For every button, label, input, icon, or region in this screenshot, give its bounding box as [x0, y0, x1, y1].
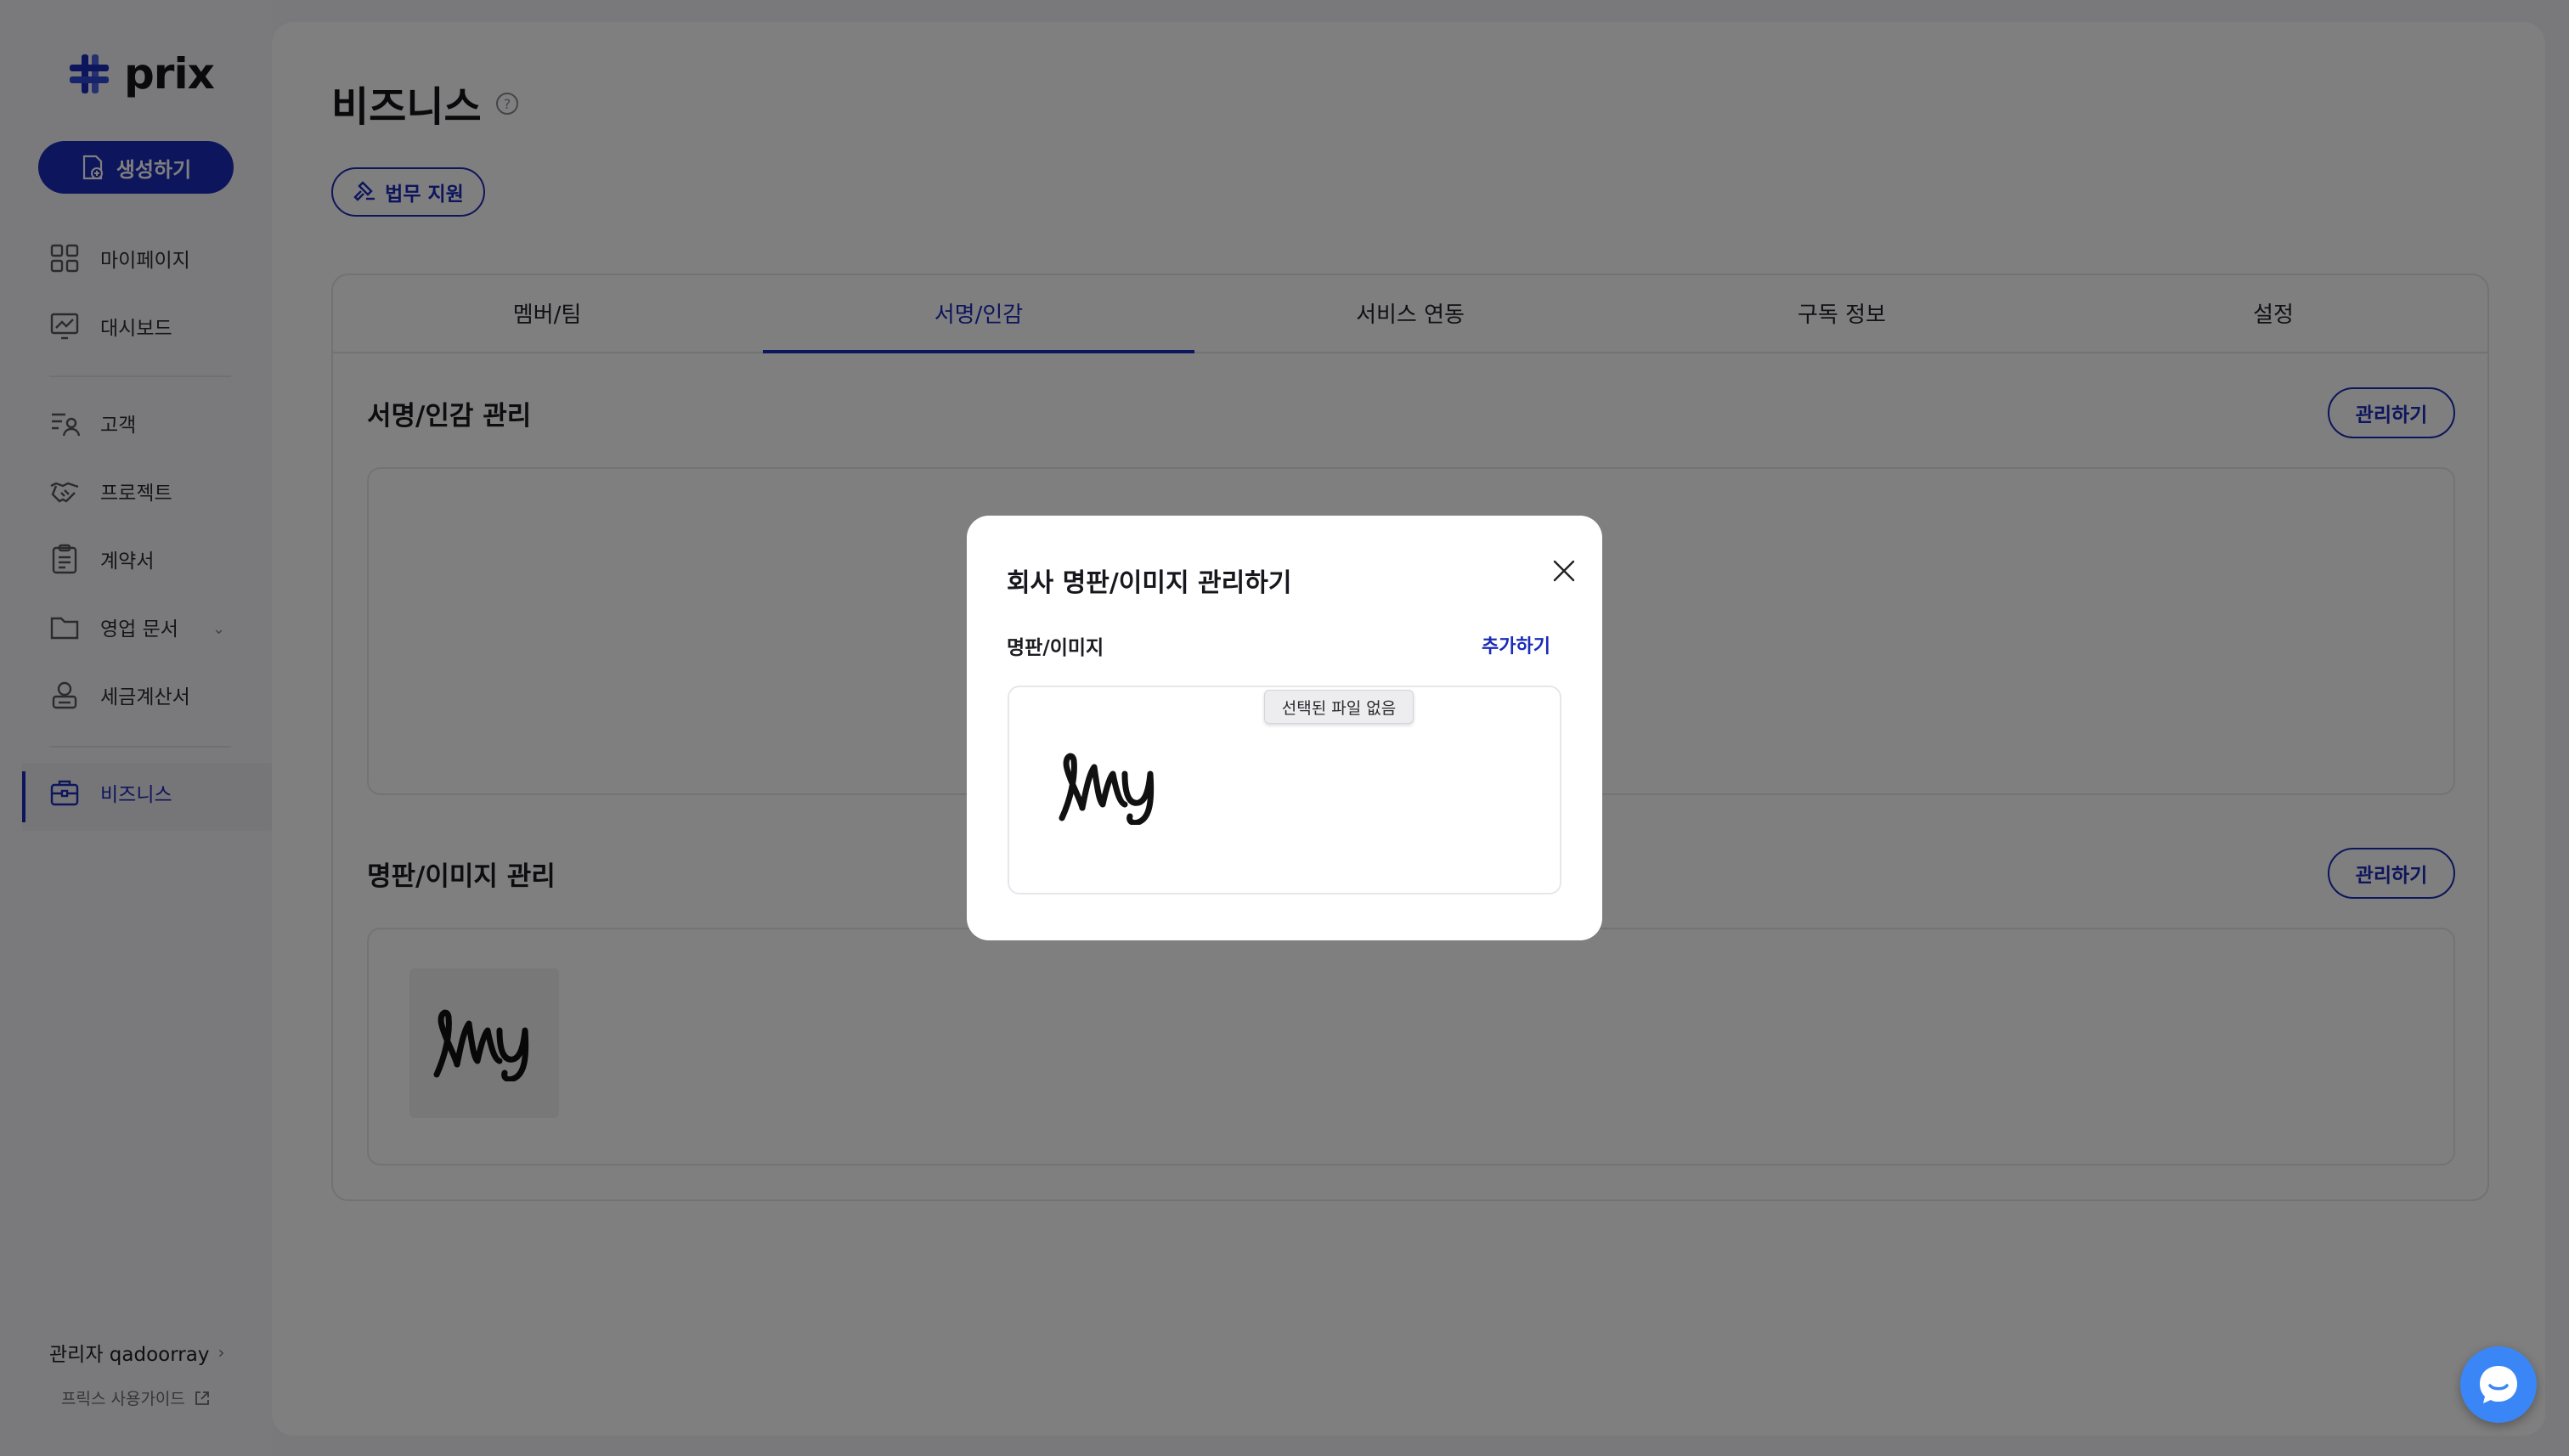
nameplate-label: 명판/이미지	[1007, 637, 1104, 659]
signature-image[interactable]	[1057, 748, 1162, 825]
chat-icon	[2480, 1366, 2517, 1403]
modal-title: 회사 명판/이미지 관리하기	[1007, 568, 1292, 598]
file-tooltip: 선택된 파일 없음	[1264, 690, 1414, 724]
nameplate-modal: 회사 명판/이미지 관리하기 명판/이미지 추가하기 선택된 파일 없음	[967, 516, 1602, 940]
close-icon	[1553, 560, 1575, 582]
close-button[interactable]	[1543, 550, 1585, 592]
chat-button[interactable]	[2460, 1346, 2537, 1423]
add-button[interactable]: 추가하기	[1482, 631, 1550, 658]
